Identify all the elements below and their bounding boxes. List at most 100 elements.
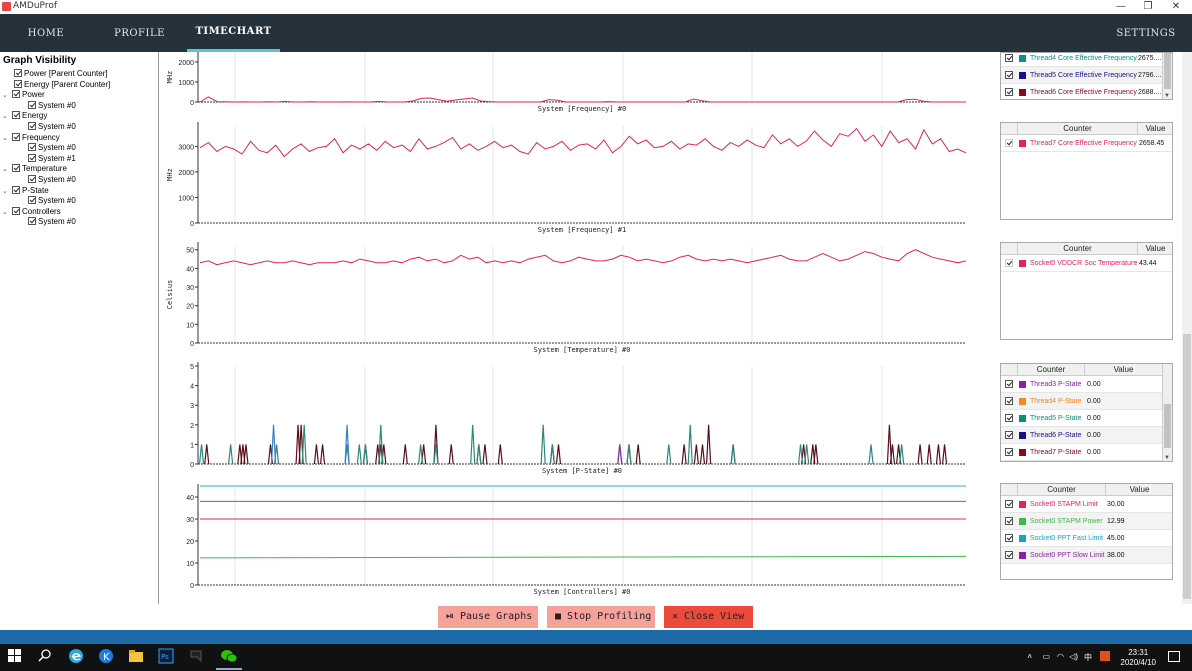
- tree-node[interactable]: System #0: [16, 196, 76, 206]
- close-window-button[interactable]: ✕: [1163, 0, 1189, 14]
- visibility-checkbox[interactable]: [28, 196, 36, 205]
- row-checkbox[interactable]: [1005, 448, 1013, 456]
- visibility-checkbox[interactable]: [28, 143, 36, 152]
- visibility-checkbox[interactable]: [28, 175, 36, 183]
- tab-timechart[interactable]: TIMECHART: [187, 14, 280, 52]
- row-checkbox[interactable]: [1005, 259, 1013, 267]
- row-checkbox[interactable]: [1005, 551, 1013, 559]
- tree-node[interactable]: System #1: [16, 153, 76, 164]
- col-value[interactable]: Value: [1084, 364, 1162, 376]
- table-scrollbar[interactable]: ▼: [1162, 364, 1172, 461]
- row-checkbox[interactable]: [1005, 414, 1013, 422]
- table-scrollbar[interactable]: ▼: [1162, 53, 1172, 99]
- visibility-checkbox[interactable]: [28, 122, 36, 130]
- visibility-checkbox[interactable]: [14, 69, 22, 77]
- scroll-down-icon[interactable]: ▼: [1164, 455, 1170, 461]
- pause-graphs-button[interactable]: ⏯ Pause Graphs: [438, 606, 538, 628]
- counter-name: Socket0 PPT Fast Limit: [1030, 535, 1104, 542]
- visibility-checkbox[interactable]: [12, 132, 20, 141]
- tree-node[interactable]: ⌄ Energy: [2, 111, 47, 121]
- expand-arrow-icon[interactable]: ⌄: [2, 208, 12, 218]
- tree-node[interactable]: ⌄ Power: [2, 90, 45, 100]
- tree-node[interactable]: System #0: [16, 143, 76, 153]
- tree-node[interactable]: System #0: [16, 122, 76, 132]
- photoshop-icon[interactable]: Ps: [158, 648, 176, 666]
- expand-arrow-icon[interactable]: ⌄: [2, 165, 12, 175]
- pstate-spike: [868, 444, 874, 465]
- visibility-checkbox[interactable]: [12, 185, 20, 194]
- tree-node[interactable]: Power [Parent Counter]: [2, 69, 108, 79]
- amd-app-icon[interactable]: [188, 648, 206, 666]
- row-checkbox[interactable]: [1005, 88, 1013, 96]
- visibility-checkbox[interactable]: [12, 111, 20, 120]
- kugou-app-icon[interactable]: K: [98, 648, 116, 666]
- taskbar-clock[interactable]: 23:31 2020/4/10: [1120, 648, 1156, 668]
- row-checkbox[interactable]: [1005, 517, 1013, 525]
- minimize-button[interactable]: —: [1108, 0, 1134, 14]
- row-checkbox[interactable]: [1005, 139, 1013, 147]
- row-checkbox[interactable]: [1005, 500, 1013, 508]
- start-icon[interactable]: [8, 648, 26, 666]
- antivirus-icon[interactable]: [1100, 651, 1110, 661]
- col-counter[interactable]: Counter: [1017, 243, 1137, 255]
- ime-indicator[interactable]: 中: [1084, 652, 1092, 663]
- table-row: Thread5 P-State 0.00: [1001, 410, 1163, 427]
- visibility-checkbox[interactable]: [28, 100, 36, 109]
- pstate-spike: [356, 444, 362, 465]
- volume-icon[interactable]: ◁): [1069, 652, 1078, 661]
- visibility-checkbox[interactable]: [28, 153, 36, 162]
- row-checkbox[interactable]: [1005, 534, 1013, 542]
- tree-node[interactable]: ⌄ Temperature: [2, 164, 67, 174]
- wechat-icon[interactable]: [216, 648, 242, 670]
- close-view-button[interactable]: ✕ Close View: [664, 606, 753, 628]
- expand-arrow-icon[interactable]: ⌄: [2, 187, 12, 197]
- visibility-checkbox[interactable]: [14, 79, 22, 88]
- tree-node[interactable]: ⌄ Controllers: [2, 206, 61, 218]
- stop-profiling-button[interactable]: ■ Stop Profiling: [547, 606, 655, 628]
- tree-node-label: System #0: [38, 196, 76, 206]
- expand-arrow-icon[interactable]: ⌄: [2, 91, 12, 101]
- network-icon[interactable]: ▭: [1042, 652, 1050, 661]
- tree-node[interactable]: System #0: [16, 100, 76, 111]
- edge-browser-icon[interactable]: [68, 648, 86, 666]
- col-counter[interactable]: Counter: [1017, 364, 1084, 376]
- tree-node-label: Temperature: [22, 164, 67, 174]
- pstate-spike: [926, 444, 932, 465]
- col-counter[interactable]: Counter: [1017, 484, 1105, 496]
- file-explorer-icon[interactable]: [128, 648, 146, 666]
- col-counter[interactable]: Counter: [1017, 123, 1137, 135]
- tree-node[interactable]: System #0: [16, 175, 76, 185]
- visibility-checkbox[interactable]: [12, 164, 20, 173]
- row-checkbox[interactable]: [1005, 380, 1013, 388]
- col-value[interactable]: Value: [1105, 484, 1173, 496]
- row-checkbox[interactable]: [1005, 431, 1013, 439]
- row-checkbox[interactable]: [1005, 71, 1013, 79]
- expand-arrow-icon[interactable]: ⌄: [2, 112, 12, 122]
- scroll-down-icon[interactable]: ▼: [1164, 93, 1170, 99]
- notifications-icon[interactable]: [1168, 651, 1180, 662]
- restore-button[interactable]: ❐: [1135, 0, 1161, 14]
- search-icon[interactable]: [38, 648, 56, 666]
- tree-node[interactable]: System #0: [16, 217, 76, 227]
- col-value[interactable]: Value: [1137, 243, 1173, 255]
- visibility-checkbox[interactable]: [28, 217, 36, 226]
- row-checkbox[interactable]: [1005, 54, 1013, 62]
- counter-name: Socket0 VDDCR Soc Temperature: [1030, 260, 1138, 267]
- tree-node[interactable]: ⌄ Frequency: [2, 132, 60, 144]
- tray-expand-icon[interactable]: ˄: [1027, 652, 1032, 661]
- row-checkbox[interactable]: [1005, 397, 1013, 405]
- tree-node[interactable]: ⌄ P-State: [2, 185, 49, 197]
- pstate-spike: [681, 444, 687, 465]
- tab-settings[interactable]: SETTINGS: [1110, 14, 1182, 52]
- visibility-checkbox[interactable]: [12, 206, 20, 215]
- col-value[interactable]: Value: [1137, 123, 1173, 135]
- tab-home[interactable]: HOME: [0, 14, 92, 52]
- expand-arrow-icon[interactable]: ⌄: [2, 134, 12, 144]
- series-color-swatch: [1019, 535, 1026, 542]
- tree-node[interactable]: Energy [Parent Counter]: [2, 79, 110, 90]
- main-scrollbar[interactable]: [1182, 52, 1192, 604]
- visibility-checkbox[interactable]: [12, 90, 20, 99]
- wifi-icon[interactable]: ◠: [1057, 652, 1064, 661]
- tab-profile[interactable]: PROFILE: [92, 14, 187, 52]
- pstate-spike: [935, 444, 942, 465]
